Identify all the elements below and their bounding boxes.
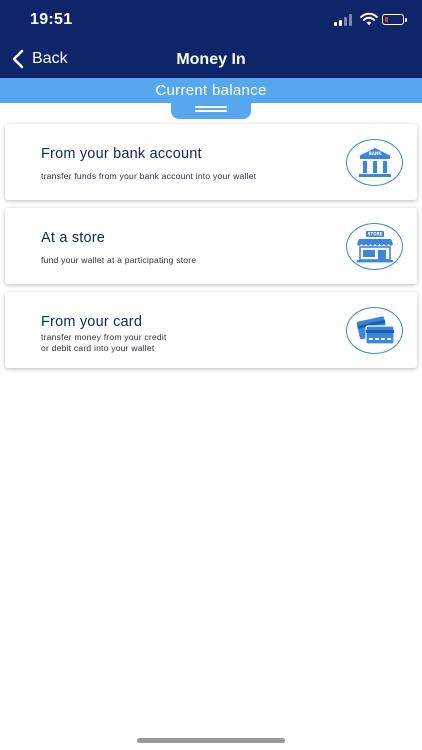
option-description: fund your wallet at a participating stor… [41,255,197,265]
navigation-bar: Back Money In [0,40,422,78]
status-bar: 19:51 [0,0,422,40]
option-description: transfer funds from your bank account in… [41,171,257,181]
option-title: At a store [41,230,106,246]
balance-pull-tab[interactable] [171,103,251,119]
bank-icon: BANK [346,139,403,186]
status-time: 19:51 [30,11,73,28]
app-header: 19:51 Back Money In [0,0,422,78]
svg-text:STORE: STORE [367,231,382,236]
option-title: From your bank account [41,146,202,162]
svg-text:BANK: BANK [368,151,381,156]
current-balance-label: Current balance [155,82,267,99]
current-balance-bar[interactable]: Current balance [0,78,422,103]
battery-icon [382,14,407,25]
cellular-signal-icon [334,13,354,27]
store-icon: STORE [346,223,403,270]
option-description-line: transfer money from your credit [41,332,167,342]
wifi-icon [360,12,378,26]
option-bank-account[interactable]: From your bank account transfer funds fr… [5,124,417,200]
option-description: transfer money from your credit or debit… [41,332,321,353]
home-indicator[interactable] [137,738,285,743]
option-description-line: or debit card into your wallet [41,342,155,353]
option-from-card[interactable]: From your card transfer money from your … [5,292,417,368]
credit-card-icon [346,307,403,354]
option-at-store[interactable]: At a store fund your wallet at a partici… [5,208,417,284]
page-title: Money In [176,51,246,68]
option-title: From your card [41,314,143,330]
